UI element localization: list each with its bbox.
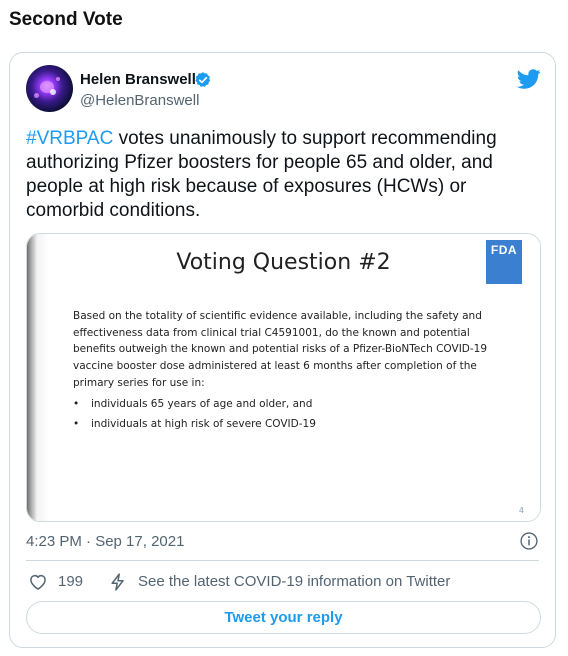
tweet-reply-button[interactable]: Tweet your reply (26, 601, 541, 634)
heart-icon[interactable] (28, 572, 48, 592)
tweet-timestamp[interactable]: 4:23 PM · Sep 17, 2021 (26, 533, 184, 550)
divider (26, 560, 539, 561)
slide-page-number: 4 (518, 506, 524, 515)
avatar[interactable] (26, 65, 73, 112)
tweet-text: #VRBPAC votes unanimously to support rec… (26, 127, 526, 223)
voting-slide: Voting Question #2 FDA Based on the tota… (27, 234, 540, 521)
info-icon[interactable] (519, 531, 539, 551)
hashtag-link[interactable]: #VRBPAC (26, 128, 113, 149)
lightning-icon (111, 573, 124, 591)
twitter-bird-icon[interactable] (517, 67, 541, 91)
fda-logo: FDA (486, 240, 522, 284)
author-handle[interactable]: @HelenBranswell (80, 92, 199, 109)
slide-bullet: • individuals 65 years of age and older, … (73, 398, 313, 410)
slide-title: Voting Question #2 (176, 250, 391, 275)
tweet-media-image[interactable]: Voting Question #2 FDA Based on the tota… (26, 233, 541, 522)
slide-body: Based on the totality of scientific evid… (73, 310, 488, 389)
like-count[interactable]: 199 (58, 573, 83, 590)
slide-bullet: • individuals at high risk of severe COVI… (73, 418, 316, 430)
slide-bullets: • individuals 65 years of age and older, … (73, 394, 513, 434)
tweet-card[interactable]: Helen Branswell @HelenBranswell #VRBPAC … (9, 52, 556, 648)
author-name[interactable]: Helen Branswell (80, 71, 196, 88)
verified-badge-icon (195, 72, 211, 87)
covid-info-link[interactable]: See the latest COVID-19 information on T… (138, 573, 450, 590)
section-title: Second Vote (9, 9, 123, 30)
